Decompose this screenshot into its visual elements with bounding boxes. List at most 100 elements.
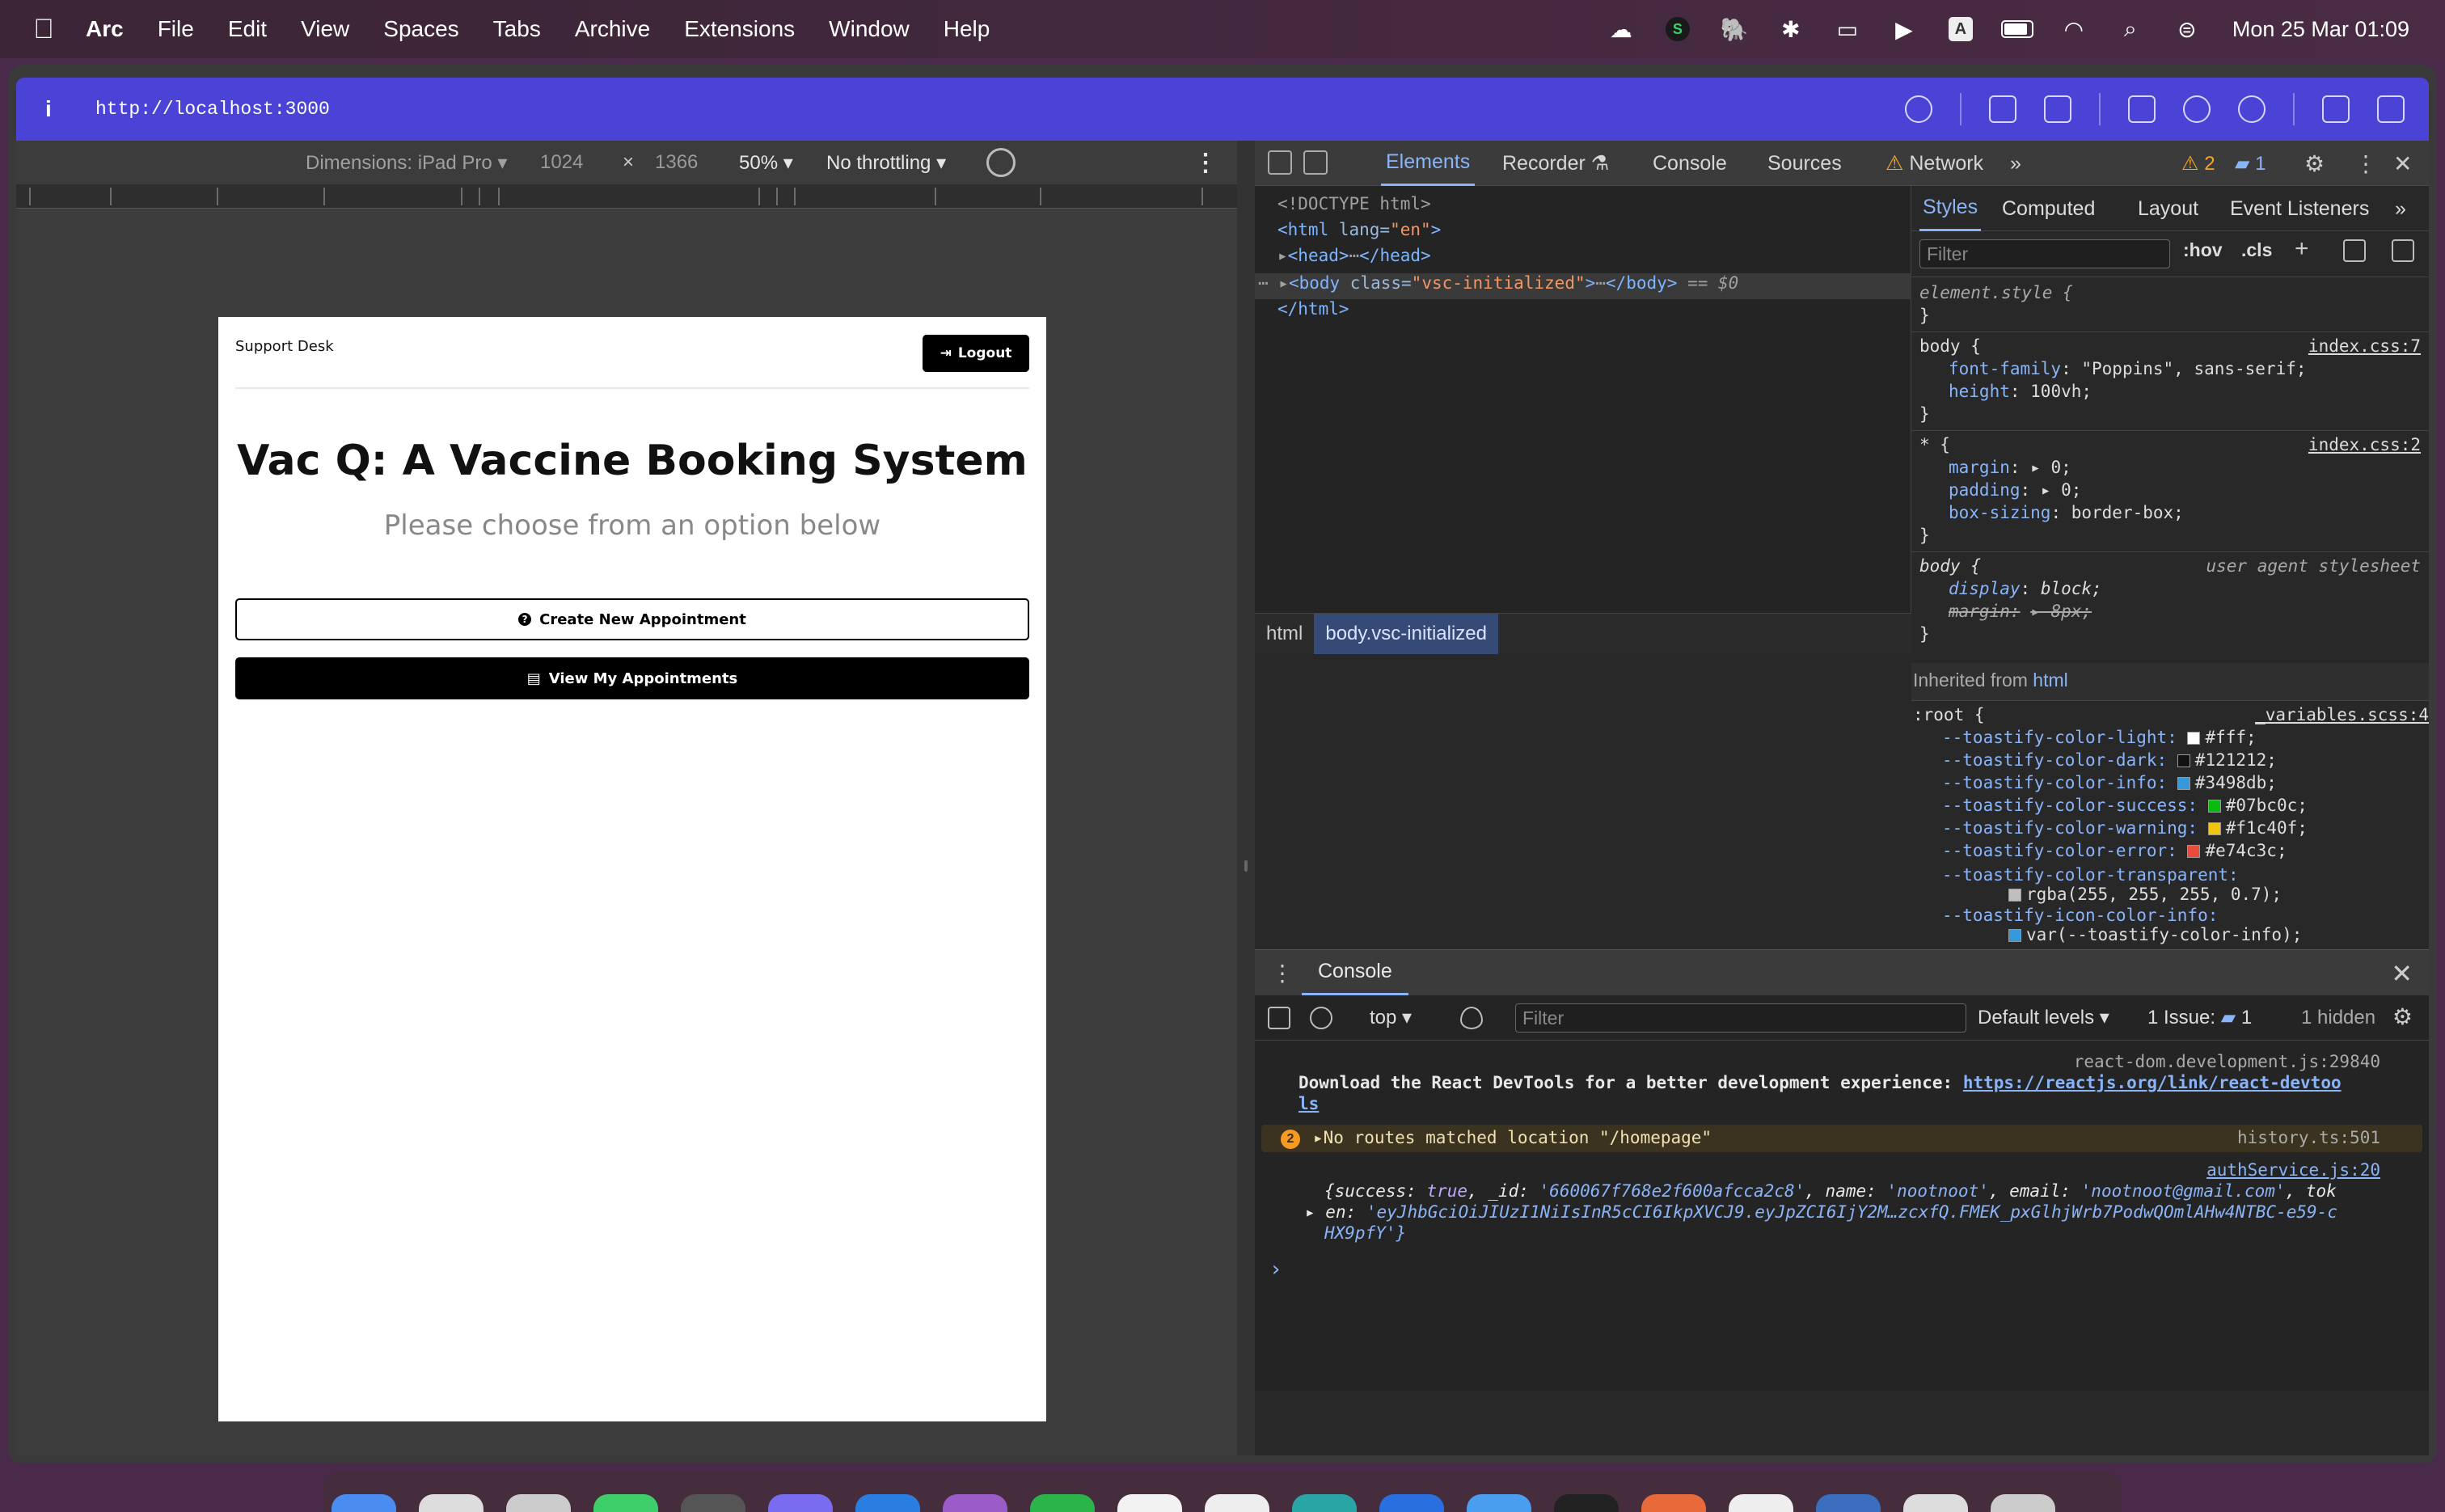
tab-recorder[interactable]: Recorder ⚗ — [1502, 141, 1609, 186]
camera-icon[interactable] — [2044, 95, 2071, 123]
dom-html-node[interactable]: <html lang="en"> — [1277, 220, 1441, 239]
warning-text[interactable]: ▸No routes matched location "/homepage" — [1313, 1128, 1712, 1147]
breadcrumb-body[interactable]: body.vsc-initialized — [1314, 613, 1498, 654]
battery-icon[interactable] — [2000, 13, 2033, 45]
dock-app-icon[interactable] — [1467, 1494, 1531, 1512]
tab-network[interactable]: ⚠ Network — [1885, 141, 1983, 186]
dock-app-icon[interactable] — [1816, 1494, 1881, 1512]
react-devtools-link[interactable]: https://reactjs.org/link/react-devtoo — [1963, 1073, 2342, 1092]
node-actions-icon[interactable]: ⋯ ▸ — [1258, 273, 1289, 293]
css-prop[interactable]: --toastify-icon-color-info: — [1942, 906, 2218, 925]
warning-source[interactable]: history.ts:501 — [2237, 1128, 2380, 1147]
create-appointment-button[interactable]: ? Create New Appointment — [235, 598, 1029, 640]
css-declaration[interactable]: box-sizing: border-box; — [1949, 503, 2184, 522]
menu-spaces[interactable]: Spaces — [366, 16, 475, 42]
rule-source-link[interactable]: _variables.scss:4 — [2255, 705, 2429, 724]
context-select[interactable]: top ▾ — [1370, 1006, 1412, 1029]
dom-body-node[interactable]: ⋯ ▸<body class="vsc-initialized">⋯</body… — [1258, 273, 1738, 293]
css-variable-row[interactable]: --toastify-color-success: #07bc0c; — [1942, 796, 2308, 815]
dock-app-icon[interactable] — [1205, 1494, 1269, 1512]
pane-splitter[interactable] — [1237, 141, 1255, 1455]
terminal-icon[interactable] — [2128, 95, 2156, 123]
bluetooth-icon[interactable]: ✱ — [1775, 13, 1807, 45]
view-appointments-button[interactable]: ▤ View My Appointments — [235, 657, 1029, 699]
more-styles-tabs-icon[interactable]: » — [2395, 186, 2406, 231]
tab-elements[interactable]: Elements — [1381, 141, 1476, 186]
dock-app-icon[interactable] — [1554, 1494, 1619, 1512]
apple-icon[interactable]:  — [27, 14, 60, 45]
more-options-icon[interactable]: ⋮ — [1193, 149, 1218, 177]
issues-counter[interactable]: 1 Issue: ▰ 1 — [2147, 1006, 2252, 1029]
dock-app-icon[interactable] — [1641, 1494, 1706, 1512]
dock-app-icon[interactable] — [768, 1494, 833, 1512]
color-swatch[interactable] — [2177, 754, 2190, 767]
tab-computed[interactable]: Computed — [2002, 186, 2095, 231]
dock-app-icon[interactable] — [1903, 1494, 1968, 1512]
menu-file[interactable]: File — [141, 16, 211, 42]
inherited-element-link[interactable]: html — [2033, 669, 2067, 691]
color-swatch[interactable] — [2207, 800, 2221, 813]
menu-window[interactable]: Window — [812, 16, 927, 42]
dock-app-icon[interactable] — [681, 1494, 745, 1512]
css-variable-row[interactable]: --toastify-color-warning: #f1c40f; — [1942, 818, 2308, 838]
close-devtools-icon[interactable]: ✕ — [2393, 150, 2412, 177]
menu-extensions[interactable]: Extensions — [667, 16, 812, 42]
dock-app-icon[interactable] — [593, 1494, 658, 1512]
dock-app-icon[interactable] — [1030, 1494, 1095, 1512]
hov-toggle[interactable]: :hov — [2183, 239, 2223, 261]
object-preview[interactable]: {success: true, _id: '660067f768e2f600af… — [1324, 1181, 2337, 1201]
dock-app-icon[interactable] — [1729, 1494, 1793, 1512]
css-declaration[interactable]: margin: ▸ 0; — [1949, 458, 2071, 477]
css-variable-row[interactable]: --toastify-color-dark: #121212; — [1942, 750, 2277, 770]
object-preview-line3[interactable]: HX9pfY'} — [1324, 1223, 1406, 1243]
computed-sidebar-icon[interactable] — [2392, 239, 2414, 262]
logout-button[interactable]: ⇥ Logout — [923, 335, 1029, 372]
clear-console-icon[interactable] — [1310, 1007, 1332, 1029]
device-toggle-icon[interactable] — [1303, 150, 1328, 175]
css-declaration[interactable]: height: 100vh; — [1949, 382, 2092, 401]
wifi-icon[interactable]: ◠ — [2058, 13, 2090, 45]
css-value[interactable]: rgba(255, 255, 255, 0.7); — [2008, 885, 2282, 904]
color-swatch[interactable] — [2187, 845, 2201, 858]
elephant-icon[interactable]: 🐘 — [1718, 13, 1750, 45]
dock-app-icon[interactable] — [331, 1494, 396, 1512]
control-center-icon[interactable]: ⊜ — [2171, 13, 2203, 45]
dom-doctype[interactable]: <!DOCTYPE html> — [1277, 194, 1431, 213]
menu-app-name[interactable]: Arc — [60, 16, 141, 42]
rule-source-link[interactable]: index.css:2 — [2308, 435, 2421, 454]
color-swatch[interactable] — [2177, 777, 2190, 790]
menu-help[interactable]: Help — [927, 16, 1007, 42]
react-devtools-link-wrap[interactable]: ls — [1299, 1094, 1319, 1113]
link-icon[interactable] — [1905, 95, 1932, 123]
dock-app-icon[interactable] — [1379, 1494, 1444, 1512]
rotate-icon[interactable] — [986, 148, 1016, 177]
color-swatch[interactable] — [2008, 889, 2021, 902]
menu-edit[interactable]: Edit — [211, 16, 284, 42]
clock[interactable]: Mon 25 Mar 01:09 — [2232, 17, 2409, 42]
capture-icon[interactable] — [1989, 95, 2016, 123]
car-icon[interactable]: ▭ — [1831, 13, 1864, 45]
menu-archive[interactable]: Archive — [558, 16, 667, 42]
css-declaration[interactable]: font-family: "Poppins", sans-serif; — [1949, 359, 2307, 378]
css-declaration[interactable]: padding: ▸ 0; — [1949, 480, 2081, 500]
drawer-tab-console[interactable]: Console — [1302, 950, 1408, 995]
element-style-rule[interactable]: element.style { — [1919, 283, 2073, 302]
site-info-icon[interactable]: i — [45, 96, 78, 122]
eye-icon[interactable] — [1460, 1007, 1483, 1029]
warnings-counter[interactable]: ⚠ 2 — [2181, 152, 2215, 175]
ellipsis-icon[interactable]: ⋯ — [1349, 246, 1360, 265]
rule-source-link[interactable]: index.css:7 — [2308, 336, 2421, 356]
dom-html-end[interactable]: </html> — [1277, 299, 1349, 319]
dock-app-icon[interactable] — [1117, 1494, 1182, 1512]
cloud-icon[interactable]: ☁ — [1605, 13, 1637, 45]
message-source[interactable]: authService.js:20 — [2206, 1160, 2380, 1180]
tab-layout[interactable]: Layout — [2138, 186, 2198, 231]
expand-triangle-icon[interactable]: ▸ — [1305, 1202, 1325, 1222]
inspect-element-icon[interactable] — [1268, 150, 1292, 175]
media-query-ruler[interactable] — [16, 184, 1237, 209]
css-variable-row[interactable]: --toastify-color-info: #3498db; — [1942, 773, 2277, 792]
log-levels-select[interactable]: Default levels ▾ — [1978, 1006, 2109, 1029]
throttling-select[interactable]: No throttling ▾ — [826, 151, 946, 175]
height-input[interactable]: 1366 — [655, 151, 698, 174]
dom-head-node[interactable]: ▸<head>⋯</head> — [1277, 246, 1431, 265]
